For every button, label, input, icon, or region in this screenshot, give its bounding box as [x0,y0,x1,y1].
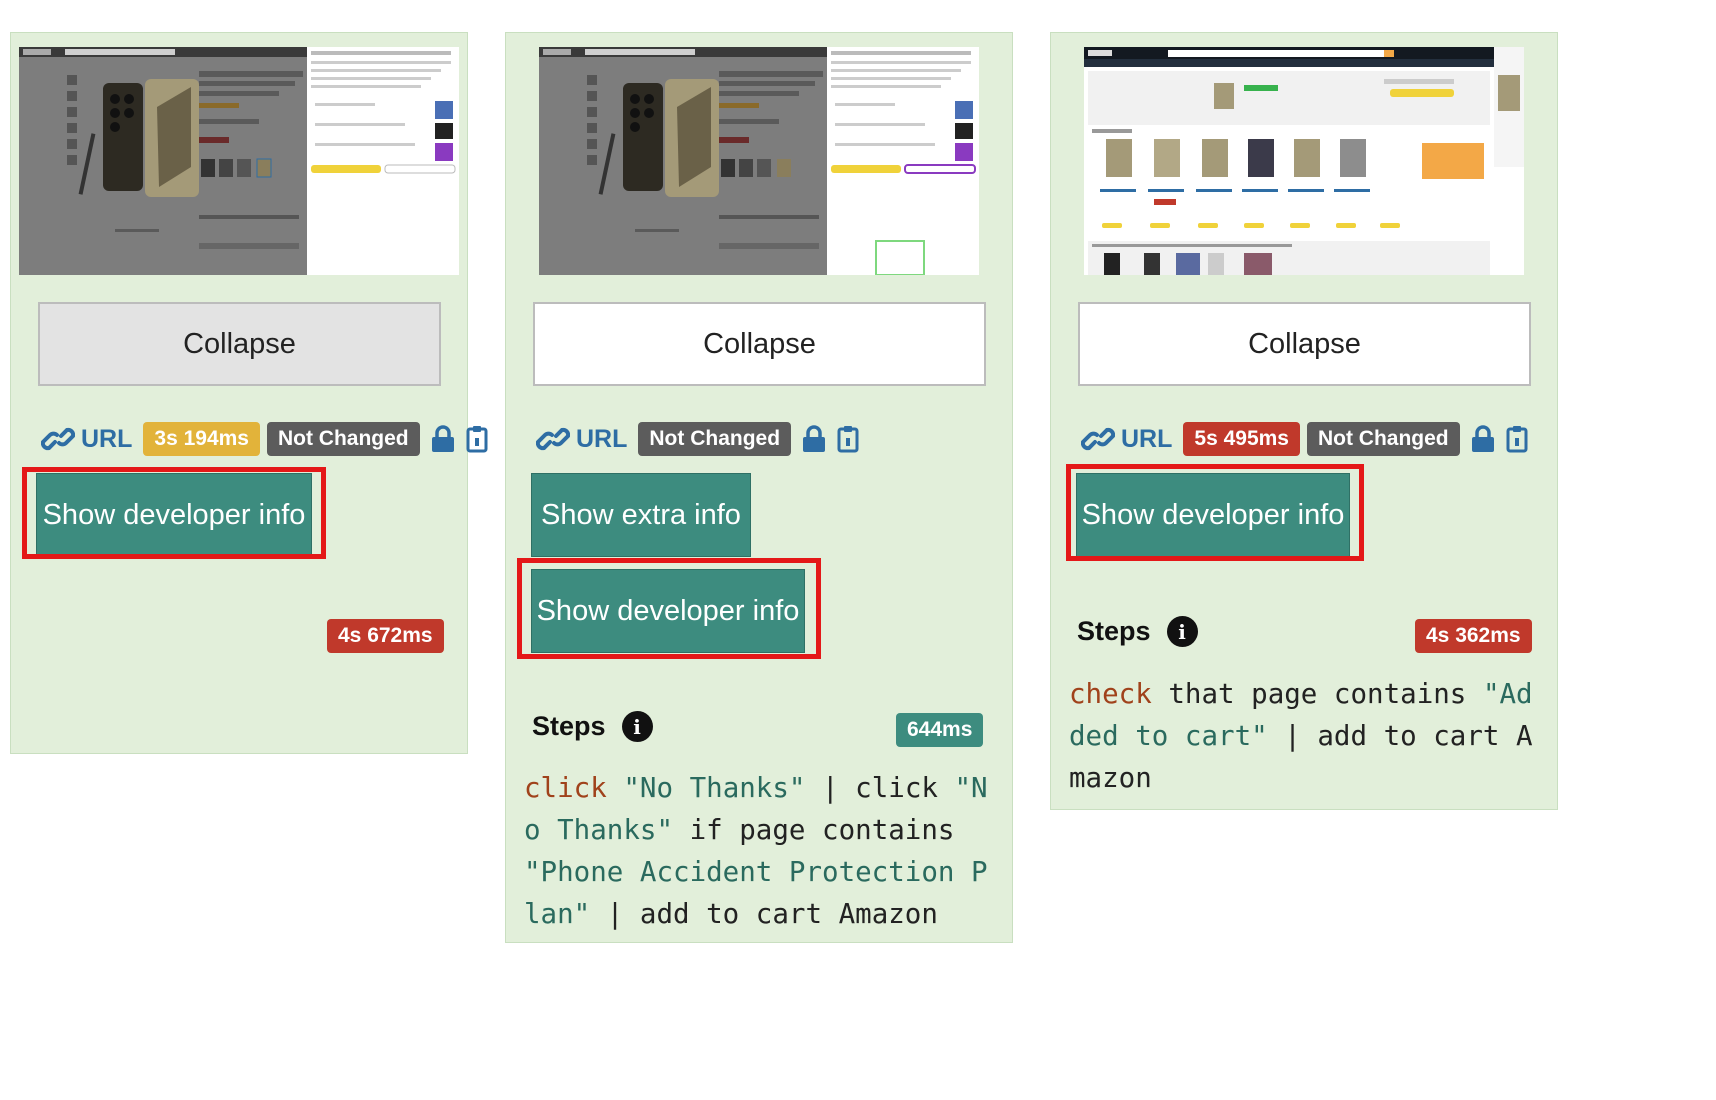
code-text: | add to cart Amazon [590,898,938,930]
highlight-box [517,558,821,659]
url-label: URL [576,424,628,453]
highlight-box [22,467,326,559]
result-meta-row: URL 3s 194ms Not Changed [41,419,488,459]
lock-icon [802,425,826,453]
lock-icon [1471,425,1495,453]
url-time-badge: 5s 495ms [1183,422,1300,456]
url-time-badge: 3s 194ms [143,422,260,456]
result-card-2: Collapse URL Not Changed Show extra info… [505,32,1013,943]
status-badge: Not Changed [1306,422,1460,456]
url-link[interactable]: URL [1081,425,1172,454]
collapse-button[interactable]: Collapse [533,302,986,386]
collapse-button[interactable]: Collapse [1078,302,1531,386]
clipboard-icon[interactable] [837,425,859,453]
code-keyword: check [1069,678,1152,710]
status-badge: Not Changed [266,422,420,456]
url-link[interactable]: URL [536,425,627,454]
steps-header: Steps i [532,711,653,742]
highlight-box [1066,464,1364,561]
code-text: that page contains [1151,678,1483,710]
page-screenshot-thumbnail[interactable] [1084,47,1524,275]
result-meta-row: URL Not Changed [536,419,859,459]
url-label: URL [81,424,133,453]
info-icon[interactable]: i [621,711,653,742]
steps-title: Steps [1077,616,1151,646]
link-icon [536,426,570,452]
clipboard-icon[interactable] [466,425,488,453]
page-screenshot-thumbnail[interactable] [19,47,459,275]
result-meta-row: URL 5s 495ms Not Changed [1081,419,1528,459]
steps-code: check that page contains "Added to cart"… [1069,673,1543,799]
steps-time-badge: 644ms [896,713,984,747]
result-card-3: Collapse URL 5s 495ms Not Changed Show d… [1050,32,1558,810]
total-time-badge: 4s 672ms [327,619,444,653]
info-icon[interactable]: i [1166,616,1198,647]
url-link[interactable]: URL [41,425,132,454]
steps-title: Steps [532,711,606,741]
steps-header: Steps i [1077,616,1198,647]
code-keyword: click [524,772,607,804]
steps-code: click "No Thanks" | click "No Thanks" if… [524,767,994,935]
code-string: "No Thanks" [623,772,806,804]
status-badge: Not Changed [638,422,792,456]
collapse-button[interactable]: Collapse [38,302,441,386]
page-screenshot-thumbnail[interactable] [539,47,979,275]
lock-icon [431,425,455,453]
code-text: | click [805,772,955,804]
link-icon [41,426,75,452]
code-text: if page contains [673,814,972,846]
link-icon [1081,426,1115,452]
show-extra-info-button[interactable]: Show extra info [531,473,751,557]
result-card-1: Collapse URL 3s 194ms Not Changed Show d… [10,32,488,754]
steps-time-badge: 4s 362ms [1415,619,1532,653]
url-label: URL [1121,424,1173,453]
clipboard-icon[interactable] [1506,425,1528,453]
